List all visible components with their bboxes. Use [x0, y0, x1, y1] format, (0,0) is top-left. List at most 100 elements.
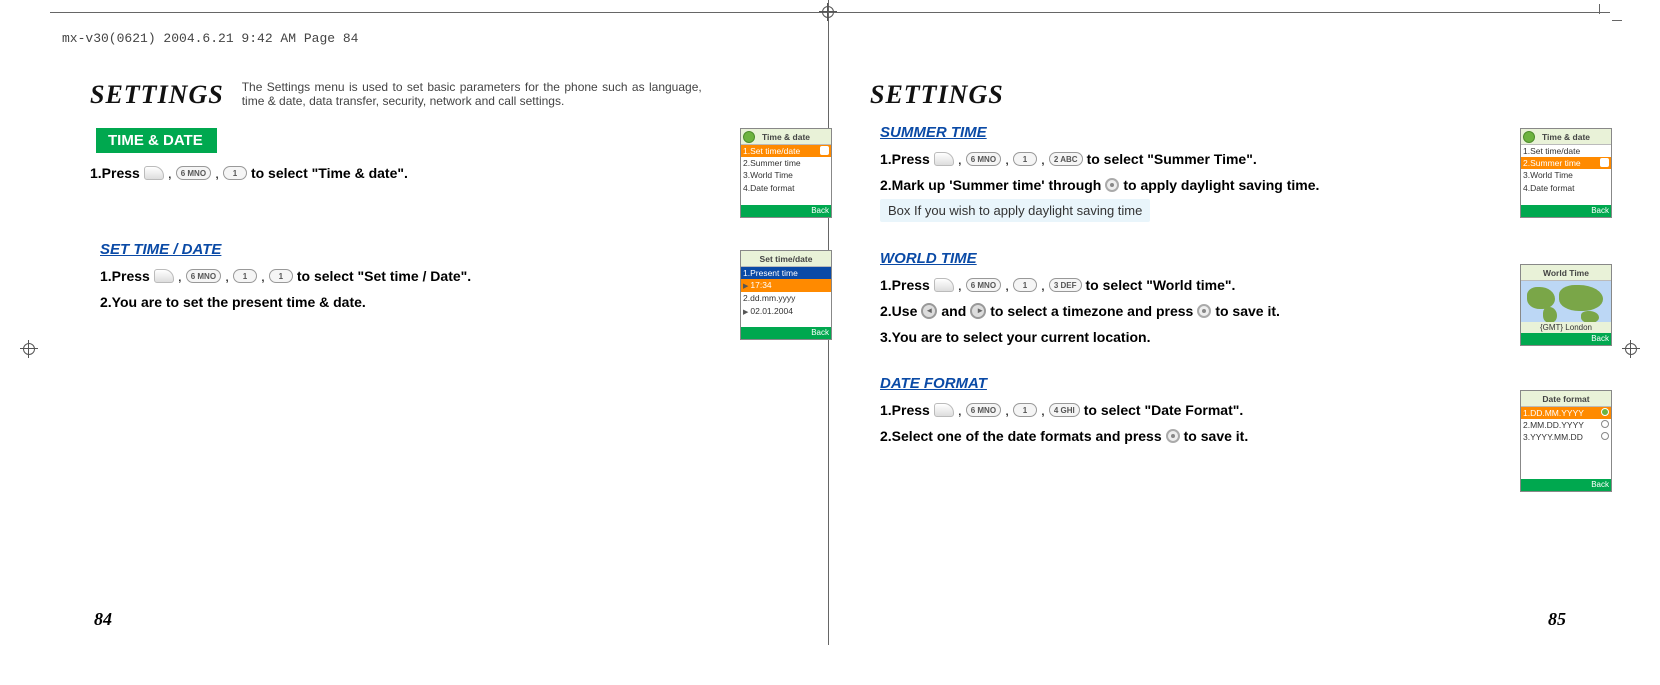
phone-title: Time & date	[762, 132, 810, 142]
subheading-set-time-date: SET TIME / DATE	[100, 241, 790, 258]
center-key-icon	[1105, 178, 1119, 192]
softkey-back: Back	[741, 205, 831, 217]
softkey-back: Back	[1521, 205, 1611, 217]
menu-row: 3.World Time	[1521, 169, 1611, 181]
key-3-icon: 3 DEF	[1049, 278, 1082, 292]
step-text-mid: and	[941, 303, 966, 319]
world-step2: 2.Use and to select a timezone and press…	[880, 303, 1570, 319]
world-step1: 1.Press , 6 MNO, 1, 3 DEF to select "Wor…	[880, 277, 1570, 293]
step-text-tail: to save it.	[1215, 303, 1280, 319]
key-6-icon: 6 MNO	[966, 278, 1001, 292]
document-spread: SETTINGS The Settings menu is used to se…	[50, 80, 1610, 620]
radio-icon	[1601, 408, 1609, 416]
softkey-back: Back	[1521, 333, 1611, 345]
check-icon	[1600, 158, 1609, 167]
clock-icon	[1523, 131, 1535, 143]
summer-step1: 1.Press , 6 MNO, 1, 2 ABC to select "Sum…	[880, 151, 1570, 167]
softkey-icon	[934, 403, 954, 417]
subheading-world-time: WORLD TIME	[880, 250, 1570, 267]
menu-row: 02.01.2004	[741, 305, 831, 318]
nav-right-icon	[970, 303, 986, 319]
step-text: 1.Press	[880, 151, 930, 167]
phone-screen-world-time: World Time {GMT} London Back	[1520, 264, 1612, 346]
menu-row: 2.Summer time	[741, 157, 831, 169]
step-text: 1.Press	[90, 165, 140, 181]
phone-title: Time & date	[1542, 132, 1590, 142]
phone-screen-time-date: Time & date 1.Set time/date 2.Summer tim…	[740, 128, 832, 218]
menu-row: 4.Date format	[1521, 182, 1611, 194]
menu-row: 2.dd.mm.yyyy	[741, 292, 831, 304]
softkey-back: Back	[741, 327, 831, 339]
center-key-icon	[1166, 429, 1180, 443]
world-map-graphic: {GMT} London	[1521, 281, 1611, 333]
step-text: 2.Mark up 'Summer time' through	[880, 177, 1101, 193]
key-1-icon: 1	[1013, 278, 1037, 292]
page-number-right: 85	[1548, 609, 1566, 630]
key-1-icon: 1	[233, 269, 257, 283]
menu-row: 3.World Time	[741, 169, 831, 181]
print-header: mx-v30(0621) 2004.6.21 9:42 AM Page 84	[62, 32, 358, 45]
step-text-tail: to select "World time".	[1086, 277, 1236, 293]
menu-row-selected: 1.DD.MM.YYYY	[1521, 407, 1611, 419]
set-time-date-step1: 1.Press , 6 MNO, 1, 1 to select "Set tim…	[100, 268, 790, 284]
step-text-mid2: to select a timezone and press	[990, 303, 1193, 319]
softkey-icon	[934, 152, 954, 166]
menu-row-selected: 2.Summer time	[1521, 157, 1611, 169]
key-6-icon: 6 MNO	[186, 269, 221, 283]
step-text: 2.Use	[880, 303, 917, 319]
heading-settings-right: SETTINGS	[870, 80, 1004, 109]
set-time-date-step2: 2.You are to set the present time & date…	[100, 294, 790, 310]
nav-left-icon	[921, 303, 937, 319]
step-text: 2.You are to set the present time & date…	[100, 294, 366, 310]
subheading-summer-time: SUMMER TIME	[880, 124, 1570, 141]
heading-settings-left: SETTINGS	[90, 80, 224, 110]
check-icon	[820, 146, 829, 155]
key-1-icon: 1	[223, 166, 247, 180]
subheading-date-format: DATE FORMAT	[880, 375, 1570, 392]
step-text-tail: to save it.	[1184, 428, 1249, 444]
menu-row-header: 1.Present time	[741, 267, 831, 279]
phone-title: World Time	[1543, 268, 1589, 278]
key-4-icon: 4 GHI	[1049, 403, 1080, 417]
timezone-caption: {GMT} London	[1521, 322, 1611, 333]
step-text-tail: to select "Time & date".	[251, 165, 408, 181]
key-1-icon: 1	[1013, 152, 1037, 166]
menu-row-selected: 1.Set time/date	[741, 145, 831, 157]
page-number-left: 84	[94, 609, 112, 630]
step-text-tail: to select "Summer Time".	[1087, 151, 1257, 167]
menu-row-selected: 17:34	[741, 279, 831, 292]
key-2-icon: 2 ABC	[1049, 152, 1083, 166]
step-text: 2.Select one of the date formats and pre…	[880, 428, 1162, 444]
step-text: 1.Press	[880, 277, 930, 293]
phone-title: Set time/date	[760, 254, 813, 264]
dateformat-step2: 2.Select one of the date formats and pre…	[880, 428, 1570, 444]
center-key-icon	[1197, 304, 1211, 318]
page-right: SETTINGS SUMMER TIME 1.Press , 6 MNO, 1,…	[830, 80, 1610, 620]
key-6-icon: 6 MNO	[966, 152, 1001, 166]
softkey-icon	[144, 166, 164, 180]
step-text: 1.Press	[880, 402, 930, 418]
softkey-icon	[934, 278, 954, 292]
step-text-tail: to apply daylight saving time.	[1123, 177, 1319, 193]
radio-icon	[1601, 432, 1609, 440]
summer-step2: 2.Mark up 'Summer time' through to apply…	[880, 177, 1570, 193]
radio-icon	[1601, 420, 1609, 428]
menu-row: 3.YYYY.MM.DD	[1521, 431, 1611, 443]
step-text-tail: to select "Date Format".	[1084, 402, 1244, 418]
note-box: Box If you wish to apply daylight saving…	[880, 199, 1150, 222]
menu-row: 4.Date format	[741, 182, 831, 194]
phone-screen-set-time-date: Set time/date 1.Present time 17:34 2.dd.…	[740, 250, 832, 340]
softkey-icon	[154, 269, 174, 283]
world-step3: 3.You are to select your current locatio…	[880, 329, 1570, 345]
phone-screen-date-format: Date format 1.DD.MM.YYYY 2.MM.DD.YYYY 3.…	[1520, 390, 1612, 492]
key-6-icon: 6 MNO	[966, 403, 1001, 417]
softkey-back: Back	[1521, 479, 1611, 491]
key-1b-icon: 1	[269, 269, 293, 283]
clock-icon	[743, 131, 755, 143]
phone-title: Date format	[1542, 394, 1589, 404]
step-text: 3.You are to select your current locatio…	[880, 329, 1150, 345]
dateformat-step1: 1.Press , 6 MNO, 1, 4 GHI to select "Dat…	[880, 402, 1570, 418]
settings-description: The Settings menu is used to set basic p…	[242, 80, 702, 109]
step-text-tail: to select "Set time / Date".	[297, 268, 471, 284]
menu-row: 2.MM.DD.YYYY	[1521, 419, 1611, 431]
